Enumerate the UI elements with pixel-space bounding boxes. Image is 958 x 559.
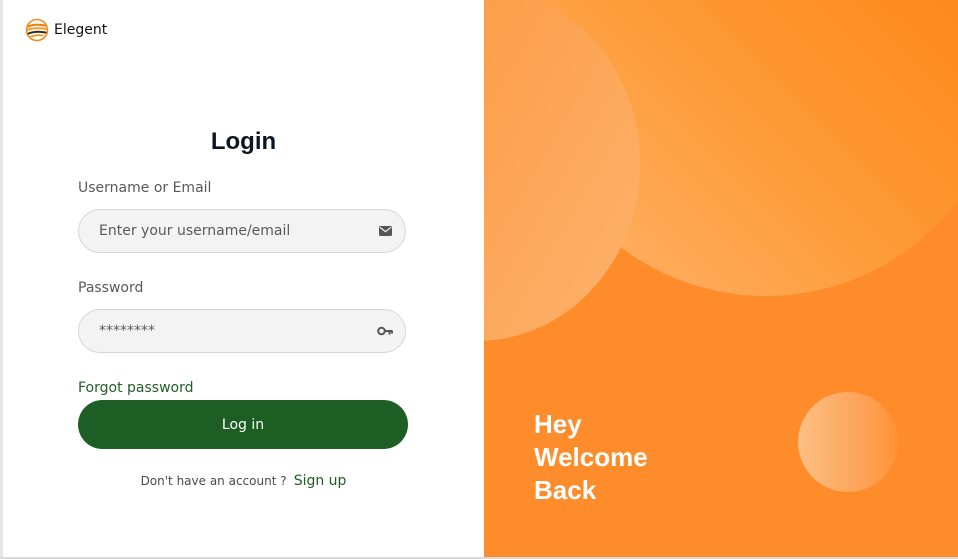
login-page: Elegent Login Username or Email Password [0, 0, 958, 559]
username-field[interactable] [78, 209, 406, 253]
password-field[interactable] [78, 309, 406, 353]
signup-link[interactable]: Sign up [294, 473, 347, 489]
welcome-line-2: Welcome [534, 442, 648, 472]
stacked-waves-logo-icon [25, 18, 49, 42]
login-panel: Elegent Login Username or Email Password [3, 0, 484, 557]
username-label: Username or Email [78, 180, 212, 196]
username-input[interactable] [99, 210, 369, 252]
welcome-line-3: Back [534, 475, 597, 505]
password-label: Password [78, 280, 144, 296]
signup-row: Don't have an account ? Sign up [3, 470, 484, 489]
welcome-heading: Hey Welcome Back [534, 408, 648, 507]
brand-name: Elegent [54, 22, 108, 38]
key-icon [377, 324, 393, 338]
login-button[interactable]: Log in [78, 400, 408, 449]
brand[interactable]: Elegent [25, 18, 107, 42]
signup-prompt: Don't have an account ? [140, 474, 287, 488]
welcome-panel: Hey Welcome Back [484, 0, 958, 557]
password-input[interactable] [99, 310, 369, 352]
welcome-line-1: Hey [534, 409, 582, 439]
decorative-circle-small [798, 392, 898, 492]
forgot-password-link[interactable]: Forgot password [78, 380, 194, 396]
envelope-icon [377, 224, 393, 238]
page-title: Login [210, 128, 277, 155]
